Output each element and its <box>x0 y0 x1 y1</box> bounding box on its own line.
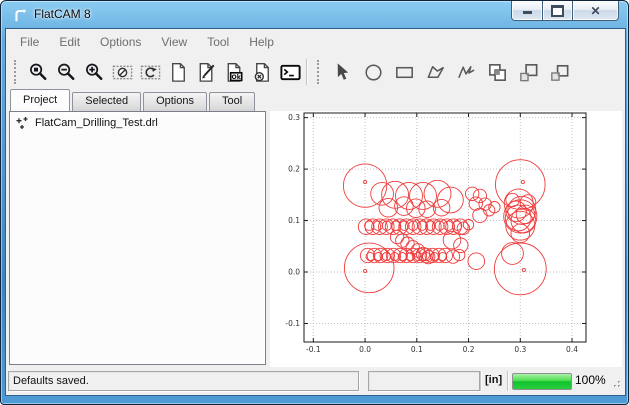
toolbar-separator <box>306 59 307 85</box>
select-button[interactable] <box>327 58 358 86</box>
open-file-button[interactable] <box>192 58 220 86</box>
svg-text:0.1: 0.1 <box>288 216 300 225</box>
client-area: FileEditOptionsViewToolHelp Ok ProjectSe… <box>5 28 626 396</box>
zoom-out-icon <box>55 61 78 84</box>
open-file-icon <box>195 61 218 84</box>
status-message: Defaults saved. <box>8 371 359 391</box>
replot-icon <box>139 61 162 84</box>
zoom-in-icon <box>83 61 106 84</box>
main-toolbar: Ok <box>24 58 304 86</box>
minimize-button[interactable] <box>511 1 543 21</box>
status-bar: Defaults saved. [in] 100% <box>6 369 625 393</box>
draw-polyline-icon <box>455 61 478 84</box>
resize-grip-icon[interactable] <box>609 376 622 389</box>
tab-bar: ProjectSelectedOptionsTool <box>10 92 257 111</box>
select-icon <box>331 61 354 84</box>
progress-fill <box>513 374 571 389</box>
plot-svg: -0.1 0.0 0.1 0.2 0.3 0.4 -0.1 0.0 0.1 0.2 0.3 <box>270 111 622 367</box>
draw-circle-button[interactable] <box>358 58 389 86</box>
title-bar[interactable]: FlatCAM 8 ✕ <box>1 1 628 28</box>
draw-polygon-button[interactable] <box>420 58 451 86</box>
project-tree-panel[interactable]: FlatCam_Drilling_Test.drl <box>9 111 266 365</box>
shell-icon <box>279 61 302 84</box>
union-icon <box>486 61 509 84</box>
clear-plot-icon <box>111 61 134 84</box>
delete-object-button[interactable] <box>248 58 276 86</box>
draw-polygon-icon <box>424 61 447 84</box>
svg-text:0.2: 0.2 <box>463 345 475 354</box>
shell-button[interactable] <box>276 58 304 86</box>
progress-percent-label: 100% <box>575 373 606 387</box>
editor-toolbar <box>327 58 575 86</box>
menu-help[interactable]: Help <box>239 31 284 53</box>
svg-text:Ok: Ok <box>231 73 241 80</box>
tab-tool[interactable]: Tool <box>209 92 255 111</box>
status-aux-panel <box>368 371 480 391</box>
svg-text:-0.1: -0.1 <box>306 345 321 354</box>
tree-item-label: FlatCam_Drilling_Test.drl <box>35 117 158 129</box>
replot-button[interactable] <box>136 58 164 86</box>
window-title: FlatCAM 8 <box>34 7 91 21</box>
menu-bar: FileEditOptionsViewToolHelp <box>6 29 625 54</box>
menu-edit[interactable]: Edit <box>49 31 90 53</box>
status-separator <box>507 371 508 391</box>
delete-object-icon <box>251 61 274 84</box>
svg-text:0.1: 0.1 <box>411 345 423 354</box>
maximize-button[interactable] <box>542 1 573 21</box>
plot-canvas[interactable]: -0.1 0.0 0.1 0.2 0.3 0.4 -0.1 0.0 0.1 0.2 0.3 <box>270 111 622 367</box>
tree-item[interactable]: FlatCam_Drilling_Test.drl <box>10 112 265 130</box>
run-script-button[interactable]: Ok <box>220 58 248 86</box>
draw-rectangle-button[interactable] <box>389 58 420 86</box>
zoom-out-button[interactable] <box>52 58 80 86</box>
new-file-icon <box>167 61 190 84</box>
svg-text:0.4: 0.4 <box>566 345 578 354</box>
zoom-in-button[interactable] <box>80 58 108 86</box>
svg-text:0.2: 0.2 <box>288 165 300 174</box>
draw-polyline-button[interactable] <box>451 58 482 86</box>
svg-text:0.3: 0.3 <box>288 113 300 122</box>
menu-view[interactable]: View <box>151 31 197 53</box>
copy-shape-button[interactable] <box>513 58 544 86</box>
menu-options[interactable]: Options <box>90 31 151 53</box>
svg-text:0.3: 0.3 <box>514 345 526 354</box>
progress-bar <box>512 373 572 390</box>
units-label: [in] <box>485 374 502 386</box>
svg-text:-0.1: -0.1 <box>285 319 300 328</box>
toolbar-drag-handle[interactable] <box>14 60 19 84</box>
draw-circle-icon <box>362 61 385 84</box>
svg-text:0.0: 0.0 <box>288 268 300 277</box>
zoom-fit-button[interactable] <box>24 58 52 86</box>
copy-shape-icon <box>517 61 540 84</box>
run-script-icon: Ok <box>223 61 246 84</box>
paste-shape-icon <box>548 61 571 84</box>
tab-project[interactable]: Project <box>10 89 70 111</box>
app-window: FlatCAM 8 ✕ FileEditOptionsViewToolHelp … <box>0 0 629 405</box>
union-button[interactable] <box>482 58 513 86</box>
close-button[interactable]: ✕ <box>572 1 619 21</box>
tab-selected[interactable]: Selected <box>72 92 141 111</box>
flatcam-logo-icon <box>12 7 28 23</box>
clear-plot-button[interactable] <box>108 58 136 86</box>
status-separator <box>480 371 481 391</box>
zoom-fit-icon <box>27 61 50 84</box>
menu-tool[interactable]: Tool <box>197 31 239 53</box>
paste-shape-button[interactable] <box>544 58 575 86</box>
draw-rectangle-icon <box>393 61 416 84</box>
toolbar-drag-handle[interactable] <box>317 60 322 84</box>
menu-file[interactable]: File <box>10 31 49 53</box>
svg-text:0.0: 0.0 <box>359 345 371 354</box>
new-file-button[interactable] <box>164 58 192 86</box>
drill-file-icon <box>15 116 29 130</box>
toolbar: Ok <box>6 54 625 90</box>
tab-options[interactable]: Options <box>143 92 207 111</box>
caption-buttons: ✕ <box>512 1 619 21</box>
